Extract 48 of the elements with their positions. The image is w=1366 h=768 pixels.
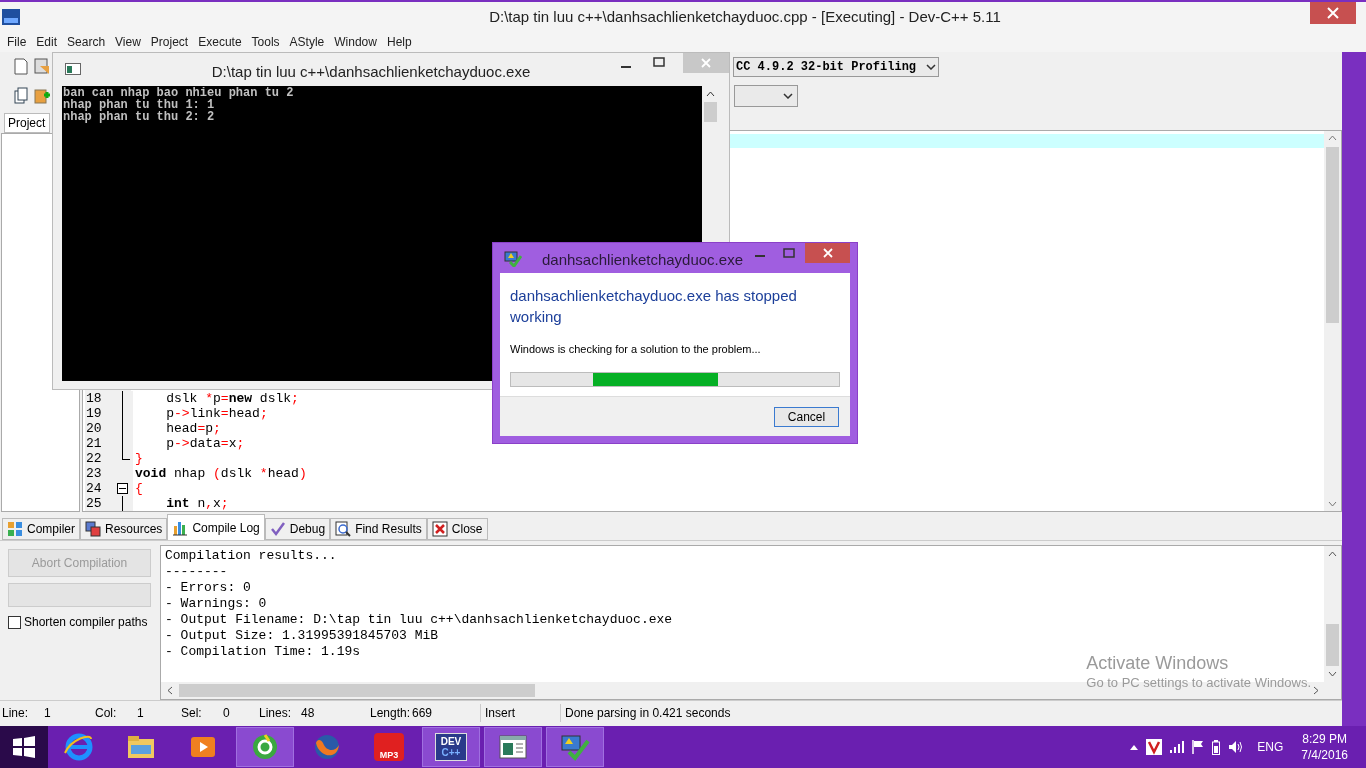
dialog-title: danhsachlienketchayduoc.exe [541, 250, 744, 270]
line-number: 20 [85, 421, 103, 436]
checkbox-label: Shorten compiler paths [24, 614, 148, 631]
status-value: 1 [137, 704, 144, 722]
line-number: 19 [85, 406, 103, 421]
line-number: 18 [85, 391, 103, 406]
log-line: - Compilation Time: 1.19s [165, 644, 362, 660]
console-line: nhap phan tu thu 2: 2 [63, 111, 216, 123]
log-line: Compilation results... [165, 548, 338, 564]
console-line: nhap phan tu thu 1: 1 [63, 99, 216, 111]
dev-icon: DEV C++ [435, 733, 467, 761]
status-label: Length: [370, 704, 412, 722]
console-line: ban can nhap bao nhieu phan tu 2 [63, 87, 295, 99]
line-number: 21 [85, 436, 103, 451]
line-number: 23 [85, 466, 103, 481]
status-label: Col: [95, 704, 118, 722]
status-value: 0 [223, 704, 230, 722]
log-line: - Output Filename: D:\tap tin luu c++\danhsachlienketchayduoc.exe [165, 612, 674, 628]
status-value: 48 [301, 704, 315, 722]
log-line: - Warnings: 0 [165, 596, 268, 612]
status-label: Sel: [181, 704, 203, 722]
status-label: Line: [2, 704, 30, 722]
window-title: D:\tap tin luu c++\danhsachlienketchayduoc.cpp - [Executing] - Dev-C++ 5.11 [488, 6, 1002, 27]
dialog-heading: danhsachlienketchayduoc.exe has stopped working [510, 286, 798, 327]
code-line: int n,x; [165, 496, 229, 511]
status-mode: Insert [480, 703, 560, 722]
log-line: - Output Size: 1.31995391845703 MiB [165, 628, 440, 644]
log-line: - Errors: 0 [165, 580, 252, 596]
status-label: Lines: [259, 704, 293, 722]
line-number: 24 [85, 481, 103, 496]
code-line: dslk *p=new dslk; [165, 391, 299, 406]
status-message: Done parsing in 0.421 seconds [560, 703, 731, 722]
activation-title: Activate Windows [1086, 652, 1230, 674]
code-line: p->link=head; [165, 406, 268, 421]
activation-text: Go to PC settings to activate Windows. [1086, 674, 1311, 692]
code-line: p->data=x; [165, 436, 245, 451]
code-line: void nhap (dslk *head) [134, 466, 307, 481]
line-number: 25 [85, 496, 103, 511]
console-title: D:\tap tin luu c++\danhsachlienketchayduoc.exe [210, 62, 532, 82]
line-number: 22 [85, 451, 103, 466]
status-value: 1 [44, 704, 51, 722]
mp3-icon: MP3 [374, 733, 404, 761]
code-line: head=p; [165, 421, 221, 436]
code-line: } [134, 451, 143, 466]
status-value: 669 [412, 704, 433, 722]
log-line: -------- [165, 564, 229, 580]
code-line: { [134, 481, 143, 496]
dialog-message: Windows is checking for a solution to the problem... [510, 342, 762, 357]
